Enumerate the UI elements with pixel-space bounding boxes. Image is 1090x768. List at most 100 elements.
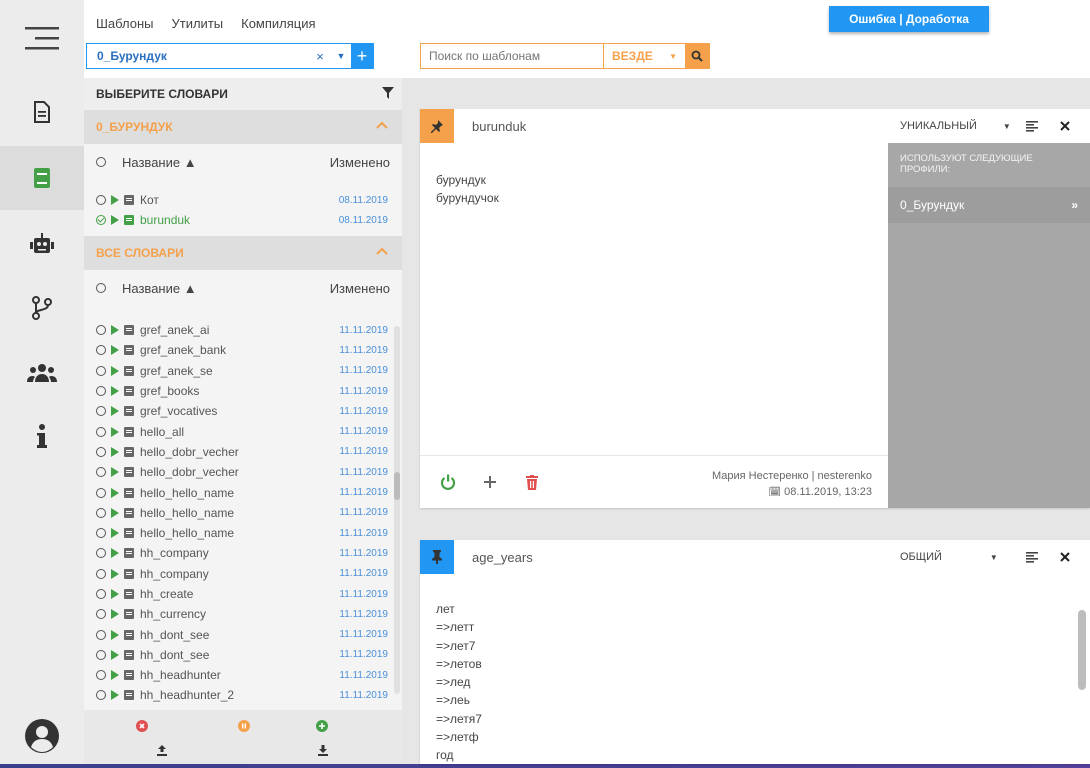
chevrons-right-icon[interactable]: » bbox=[1071, 198, 1078, 212]
dictionary-name[interactable]: hello_all bbox=[140, 425, 184, 439]
section-header-all[interactable]: ВСЕ СЛОВАРИ bbox=[84, 236, 402, 270]
row-select-radio[interactable] bbox=[96, 629, 106, 640]
upload-button[interactable] bbox=[152, 740, 172, 760]
dictionary-row[interactable]: hello_hello_name 11.11.2019 bbox=[84, 503, 402, 523]
row-select-radio[interactable] bbox=[96, 195, 106, 206]
dictionary-name[interactable]: gref_anek_bank bbox=[140, 343, 226, 357]
content-scrollbar[interactable] bbox=[1078, 610, 1086, 690]
dictionary-name[interactable]: hello_dobr_vecher bbox=[140, 445, 239, 459]
dictionary-book-icon[interactable] bbox=[0, 146, 84, 210]
close-icon[interactable] bbox=[1060, 552, 1070, 562]
pin-button[interactable] bbox=[420, 540, 454, 574]
dictionary-row[interactable]: gref_books 11.11.2019 bbox=[84, 381, 402, 401]
dictionary-row[interactable]: gref_anek_bank 11.11.2019 bbox=[84, 340, 402, 360]
dictionary-name[interactable]: gref_vocatives bbox=[140, 404, 217, 418]
dictionary-row[interactable]: hello_dobr_vecher 11.11.2019 bbox=[84, 462, 402, 482]
dictionary-row[interactable]: Кот 08.11.2019 bbox=[84, 190, 402, 210]
play-icon[interactable] bbox=[111, 609, 119, 620]
dictionary-row[interactable]: gref_vocatives 11.11.2019 bbox=[84, 401, 402, 421]
dictionary-name[interactable]: hh_company bbox=[140, 546, 209, 560]
play-icon[interactable] bbox=[111, 548, 119, 559]
row-select-radio[interactable] bbox=[96, 609, 106, 620]
row-select-radio[interactable] bbox=[96, 568, 106, 579]
play-icon[interactable] bbox=[111, 528, 119, 539]
section-header-profile[interactable]: 0_БУРУНДУК bbox=[84, 110, 402, 144]
dictionary-row[interactable]: burunduk 08.11.2019 bbox=[84, 210, 402, 230]
align-left-icon[interactable] bbox=[1026, 551, 1038, 563]
dictionary-name[interactable]: gref_anek_ai bbox=[140, 323, 209, 337]
play-icon[interactable] bbox=[111, 386, 119, 397]
dictionary-row[interactable]: hello_hello_name 11.11.2019 bbox=[84, 523, 402, 543]
pause-button[interactable] bbox=[234, 716, 254, 736]
card-title[interactable]: age_years bbox=[472, 550, 533, 565]
pin-button[interactable] bbox=[420, 109, 454, 143]
play-icon[interactable] bbox=[111, 325, 119, 336]
play-icon[interactable] bbox=[111, 406, 119, 417]
dictionary-row[interactable]: hh_currency 11.11.2019 bbox=[84, 604, 402, 624]
play-icon[interactable] bbox=[111, 426, 119, 437]
dictionary-name[interactable]: hh_headhunter_2 bbox=[140, 688, 234, 702]
dictionary-name[interactable]: Кот bbox=[140, 193, 159, 207]
dictionary-row[interactable]: hello_hello_name 11.11.2019 bbox=[84, 482, 402, 502]
card-type-select[interactable]: УНИКАЛЬНЫЙ ▼ bbox=[900, 109, 1011, 143]
dictionary-name[interactable]: hello_hello_name bbox=[140, 526, 234, 540]
row-select-radio[interactable] bbox=[96, 215, 106, 226]
play-icon[interactable] bbox=[111, 568, 119, 579]
dictionary-row[interactable]: hh_create 11.11.2019 bbox=[84, 584, 402, 604]
column-name-sort[interactable]: Название ▲ bbox=[122, 281, 197, 296]
play-icon[interactable] bbox=[111, 670, 119, 681]
play-icon[interactable] bbox=[111, 487, 119, 498]
row-select-radio[interactable] bbox=[96, 406, 106, 417]
menu-utilities[interactable]: Утилиты bbox=[172, 16, 224, 31]
git-branch-icon[interactable] bbox=[0, 276, 84, 340]
row-select-radio[interactable] bbox=[96, 345, 106, 356]
add-profile-button[interactable]: + bbox=[351, 44, 373, 68]
row-select-radio[interactable] bbox=[96, 365, 106, 376]
dictionary-name[interactable]: hello_hello_name bbox=[140, 486, 234, 500]
download-button[interactable] bbox=[313, 740, 333, 760]
delete-button[interactable] bbox=[522, 472, 542, 492]
play-icon[interactable] bbox=[111, 215, 119, 226]
row-select-radio[interactable] bbox=[96, 426, 106, 437]
dictionary-row[interactable]: gref_anek_se 11.11.2019 bbox=[84, 361, 402, 381]
row-select-radio[interactable] bbox=[96, 446, 106, 457]
add-line-button[interactable] bbox=[480, 472, 500, 492]
menu-compilation[interactable]: Компиляция bbox=[241, 16, 315, 31]
document-icon[interactable] bbox=[0, 80, 84, 144]
play-icon[interactable] bbox=[111, 446, 119, 457]
row-select-radio[interactable] bbox=[96, 589, 106, 599]
dictionary-name[interactable]: hh_create bbox=[140, 587, 193, 601]
dictionary-row[interactable]: hh_headhunter_2 11.11.2019 bbox=[84, 685, 402, 705]
close-icon[interactable] bbox=[1060, 121, 1070, 131]
row-select-radio[interactable] bbox=[96, 467, 106, 478]
card-content[interactable]: лет =>летт =>лет7 =>летов =>лед =>леь =>летя7 =… bbox=[436, 600, 482, 765]
align-left-icon[interactable] bbox=[1026, 120, 1038, 132]
remove-button[interactable] bbox=[132, 716, 152, 736]
users-group-icon[interactable] bbox=[0, 340, 84, 404]
info-icon[interactable] bbox=[0, 404, 84, 468]
dictionary-row[interactable]: hello_dobr_vecher 11.11.2019 bbox=[84, 442, 402, 462]
dictionary-row[interactable]: gref_anek_ai 11.11.2019 bbox=[84, 320, 402, 340]
chevron-up-icon[interactable] bbox=[376, 246, 388, 256]
play-icon[interactable] bbox=[111, 629, 119, 640]
row-select-radio[interactable] bbox=[96, 487, 106, 498]
dictionary-name[interactable]: hh_company bbox=[140, 567, 209, 581]
dictionary-name[interactable]: hh_dont_see bbox=[140, 628, 209, 642]
hamburger-menu-icon[interactable] bbox=[0, 0, 84, 76]
filter-icon[interactable] bbox=[382, 87, 394, 99]
column-modified[interactable]: Изменено bbox=[330, 281, 390, 296]
profile-select[interactable]: 0_Бурундук × ▼ + bbox=[86, 43, 374, 69]
dictionary-row[interactable]: hh_headhunter 11.11.2019 bbox=[84, 665, 402, 685]
card-type-select[interactable]: ОБЩИЙ ▼ bbox=[900, 540, 998, 574]
chevron-up-icon[interactable] bbox=[376, 120, 388, 130]
dictionary-row[interactable]: hh_company 11.11.2019 bbox=[84, 564, 402, 584]
select-all-radio[interactable] bbox=[96, 157, 106, 167]
add-button[interactable] bbox=[312, 716, 332, 736]
row-select-radio[interactable] bbox=[96, 690, 106, 701]
dictionary-row[interactable]: hh_dont_see 11.11.2019 bbox=[84, 645, 402, 665]
robot-icon[interactable] bbox=[0, 212, 84, 276]
search-button[interactable] bbox=[685, 44, 709, 68]
card-title[interactable]: burunduk bbox=[472, 119, 526, 134]
dictionary-name[interactable]: hello_hello_name bbox=[140, 506, 234, 520]
dictionary-name[interactable]: hh_headhunter bbox=[140, 668, 221, 682]
